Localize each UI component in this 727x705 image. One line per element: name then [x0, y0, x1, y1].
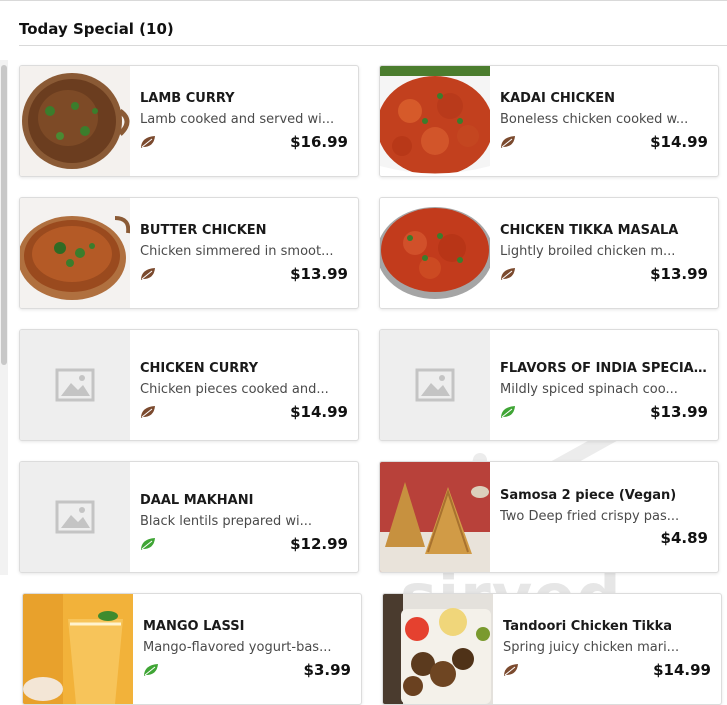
- placeholder-image-icon: [20, 462, 130, 572]
- menu-item-card[interactable]: DAAL MAKHANI Black lentils prepared wi..…: [19, 461, 359, 573]
- dish-photo: [20, 66, 130, 176]
- item-name: CHICKEN CURRY: [140, 361, 258, 376]
- menu-item-card[interactable]: CHICKEN CURRY Chicken pieces cooked and.…: [19, 329, 359, 441]
- item-price: $13.99: [650, 265, 708, 283]
- item-name: Tandoori Chicken Tikka: [503, 619, 673, 634]
- item-name: FLAVORS OF INDIA SPECIAL ...: [500, 361, 708, 376]
- item-price: $14.99: [653, 661, 711, 679]
- leaf-brown-icon: [501, 268, 515, 280]
- item-price: $14.99: [290, 403, 348, 421]
- dish-photo: [23, 594, 133, 704]
- item-name: MANGO LASSI: [143, 619, 245, 634]
- dish-photo: [20, 198, 130, 308]
- top-divider: [0, 0, 727, 1]
- leaf-brown-icon: [504, 664, 518, 676]
- leaf-brown-icon: [141, 406, 155, 418]
- menu-item-card[interactable]: FLAVORS OF INDIA SPECIAL ... Mildly spic…: [379, 329, 719, 441]
- item-name: Samosa 2 piece (Vegan): [500, 488, 677, 503]
- dish-photo: [380, 198, 490, 308]
- item-description: Black lentils prepared wi...: [140, 514, 312, 529]
- menu-item-card[interactable]: BUTTER CHICKEN Chicken simmered in smoot…: [19, 197, 359, 309]
- item-price: $14.99: [650, 133, 708, 151]
- leaf-brown-icon: [141, 136, 155, 148]
- item-description: Lightly broiled chicken m...: [500, 244, 676, 259]
- dish-photo: [380, 66, 490, 176]
- dish-photo: [383, 594, 493, 704]
- section-title: Today Special (10): [19, 20, 174, 38]
- item-description: Chicken pieces cooked and...: [140, 382, 329, 397]
- section-divider: [19, 45, 727, 46]
- item-price: $13.99: [290, 265, 348, 283]
- dish-photo: [380, 462, 490, 572]
- item-price: $13.99: [650, 403, 708, 421]
- menu-item-card[interactable]: LAMB CURRY Lamb cooked and served wi... …: [19, 65, 359, 177]
- leaf-green-icon: [501, 406, 515, 418]
- menu-item-card[interactable]: MANGO LASSI Mango-flavored yogurt-bas...…: [22, 593, 362, 705]
- item-price: $16.99: [290, 133, 348, 151]
- item-price: $4.89: [660, 529, 708, 547]
- scrollbar-thumb[interactable]: [1, 65, 7, 365]
- menu-item-card[interactable]: Tandoori Chicken Tikka Spring juicy chic…: [382, 593, 722, 705]
- item-price: $3.99: [303, 661, 351, 679]
- item-description: Chicken simmered in smoot...: [140, 244, 334, 259]
- item-description: Spring juicy chicken mari...: [503, 640, 680, 655]
- item-description: Boneless chicken cooked w...: [500, 112, 689, 127]
- placeholder-image-icon: [20, 330, 130, 440]
- menu-item-card[interactable]: KADAI CHICKEN Boneless chicken cooked w.…: [379, 65, 719, 177]
- placeholder-image-icon: [380, 330, 490, 440]
- item-name: LAMB CURRY: [140, 91, 235, 106]
- item-name: BUTTER CHICKEN: [140, 223, 267, 238]
- item-price: $12.99: [290, 535, 348, 553]
- leaf-brown-icon: [141, 268, 155, 280]
- item-name: DAAL MAKHANI: [140, 493, 254, 508]
- item-description: Two Deep fried crispy pas...: [500, 509, 680, 524]
- leaf-green-icon: [141, 538, 155, 550]
- leaf-brown-icon: [501, 136, 515, 148]
- item-name: KADAI CHICKEN: [500, 91, 615, 106]
- item-description: Lamb cooked and served wi...: [140, 112, 335, 127]
- leaf-green-icon: [144, 664, 158, 676]
- menu-item-card[interactable]: Samosa 2 piece (Vegan) Two Deep fried cr…: [379, 461, 719, 573]
- item-description: Mildly spiced spinach coo...: [500, 382, 678, 397]
- menu-item-card[interactable]: CHICKEN TIKKA MASALA Lightly broiled chi…: [379, 197, 719, 309]
- item-name: CHICKEN TIKKA MASALA: [500, 223, 679, 238]
- item-description: Mango-flavored yogurt-bas...: [143, 640, 332, 655]
